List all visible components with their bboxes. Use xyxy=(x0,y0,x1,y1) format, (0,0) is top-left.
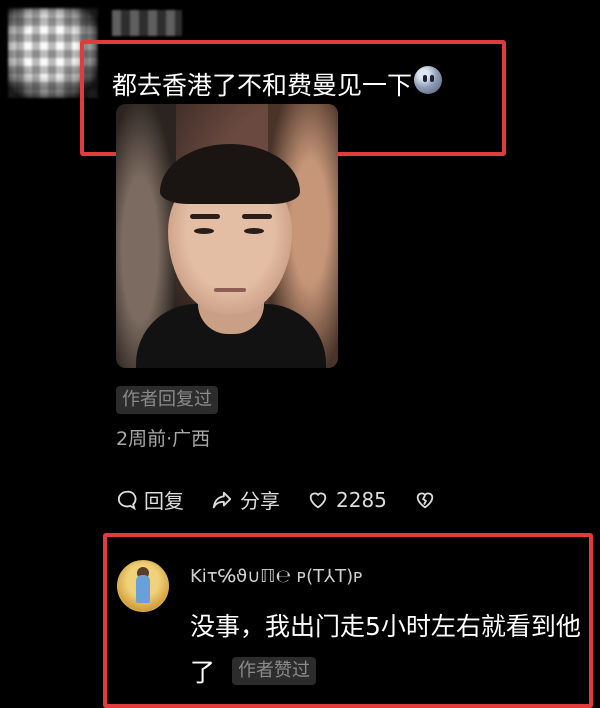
reply-avatar[interactable] xyxy=(117,560,169,612)
like-count: 2285 xyxy=(336,487,387,512)
comment-meta: 2周前·广西 xyxy=(116,428,211,450)
reply-text-line2: 了 xyxy=(190,658,216,687)
reply-label: 回复 xyxy=(144,489,184,513)
reply-text-line1: 没事，我出门走5小时左右就看到他 xyxy=(190,612,581,641)
heart-icon xyxy=(309,492,327,508)
blurred-username xyxy=(112,10,182,36)
reply-button[interactable]: 回复 xyxy=(116,485,184,514)
author-replied-badge: 作者回复过 xyxy=(116,386,218,414)
share-icon xyxy=(212,491,232,508)
comment-text: 都去香港了不和费曼见一下 xyxy=(112,71,413,100)
dislike-button[interactable] xyxy=(413,489,443,511)
reply-username[interactable]: Kiτ℅ϑ∪ℿ℮ ᴩ(T⅄T)ᴩ xyxy=(190,566,363,587)
like-button[interactable]: 2285 xyxy=(306,488,387,512)
reply-icon xyxy=(117,490,137,510)
comment-image[interactable] xyxy=(116,104,338,368)
share-label: 分享 xyxy=(240,489,280,513)
share-button[interactable]: 分享 xyxy=(210,485,280,514)
broken-heart-icon xyxy=(416,492,434,508)
comment-actions: 回复 分享 2285 xyxy=(116,485,469,514)
face-emoji-icon xyxy=(414,66,442,94)
author-liked-badge: 作者赞过 xyxy=(232,657,316,685)
